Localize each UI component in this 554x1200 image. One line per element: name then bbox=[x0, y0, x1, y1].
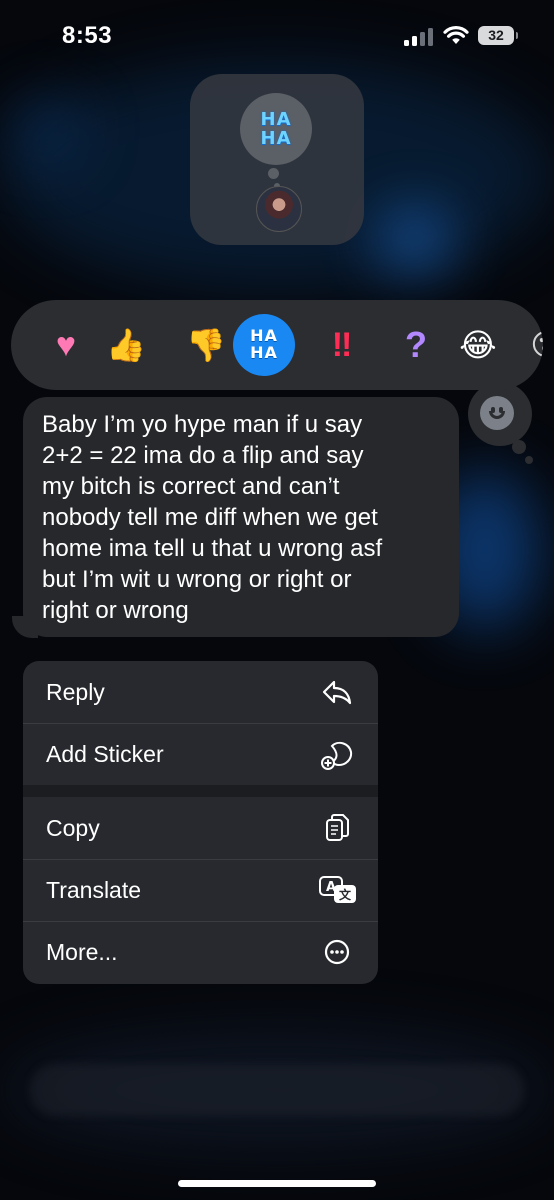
question-mark-icon: ? bbox=[405, 324, 427, 365]
more-emoji-reaction-button[interactable]: 😮 bbox=[515, 314, 543, 376]
ellipsis-circle-icon bbox=[324, 939, 350, 965]
blurred-message-input bbox=[30, 1064, 524, 1116]
status-time: 8:53 bbox=[62, 22, 113, 49]
tapback-tail-dot bbox=[512, 440, 526, 454]
thumbs-up-reaction-button[interactable]: 👍 bbox=[95, 314, 157, 376]
heart-icon: ♥ bbox=[55, 325, 77, 364]
haha-reaction-bubble: HA HA bbox=[240, 93, 312, 165]
menu-item-label: Add Sticker bbox=[46, 741, 164, 767]
menu-item-more[interactable]: More... bbox=[23, 921, 378, 983]
menu-item-label: Copy bbox=[46, 815, 100, 841]
reaction-details-card[interactable]: HA HA bbox=[190, 74, 364, 245]
wifi-icon bbox=[443, 26, 469, 44]
laughing-emoji-icon: 😂 bbox=[459, 327, 497, 363]
tapback-bar: ♥ 👍 👎 HA HA ‼ ? 😂 😮 bbox=[11, 300, 543, 390]
thumbs-up-icon: 👍 bbox=[106, 327, 146, 363]
emphasize-reaction-button[interactable]: ‼ bbox=[311, 314, 373, 376]
heart-reaction-button[interactable]: ♥ bbox=[35, 314, 97, 376]
bubble-tail-dot bbox=[268, 168, 279, 179]
translate-icon: A 文 bbox=[319, 876, 356, 903]
message-text: Baby I’m yo hype man if u say 2+2 = 22 i… bbox=[42, 411, 383, 624]
battery-icon: 32 bbox=[478, 26, 518, 45]
double-exclamation-icon: ‼ bbox=[331, 325, 353, 364]
menu-item-label: Reply bbox=[46, 679, 105, 705]
menu-section-gap bbox=[23, 785, 378, 797]
menu-item-add-sticker[interactable]: Add Sticker bbox=[23, 723, 378, 785]
laughing-emoji-reaction-button[interactable]: 😂 bbox=[447, 314, 509, 376]
menu-item-copy[interactable]: Copy bbox=[23, 797, 378, 859]
reply-arrow-icon bbox=[322, 680, 352, 705]
question-reaction-button[interactable]: ? bbox=[385, 314, 447, 376]
emoji-icon: 😮 bbox=[530, 328, 543, 363]
menu-item-reply[interactable]: Reply bbox=[23, 661, 378, 723]
haha-icon: HA bbox=[260, 109, 292, 130]
add-emoji-reaction-icon[interactable] bbox=[480, 396, 514, 430]
context-menu: Reply Add Sticker Copy Translate A 文 Mor… bbox=[23, 661, 378, 984]
svg-text:文: 文 bbox=[339, 887, 352, 902]
menu-item-label: More... bbox=[46, 939, 118, 965]
haha-reaction-button[interactable]: HA HA bbox=[233, 314, 295, 376]
copy-icon bbox=[326, 814, 349, 841]
tapback-tail-dot bbox=[525, 456, 533, 464]
reactor-avatar[interactable] bbox=[256, 186, 302, 232]
cellular-signal-icon bbox=[404, 28, 434, 46]
menu-item-translate[interactable]: Translate A 文 bbox=[23, 859, 378, 921]
add-sticker-icon bbox=[321, 741, 353, 770]
thumbs-down-icon: 👎 bbox=[186, 327, 226, 363]
menu-item-label: Translate bbox=[46, 877, 142, 903]
status-bar: 8:53 32 bbox=[0, 0, 554, 70]
home-indicator[interactable] bbox=[178, 1180, 376, 1187]
